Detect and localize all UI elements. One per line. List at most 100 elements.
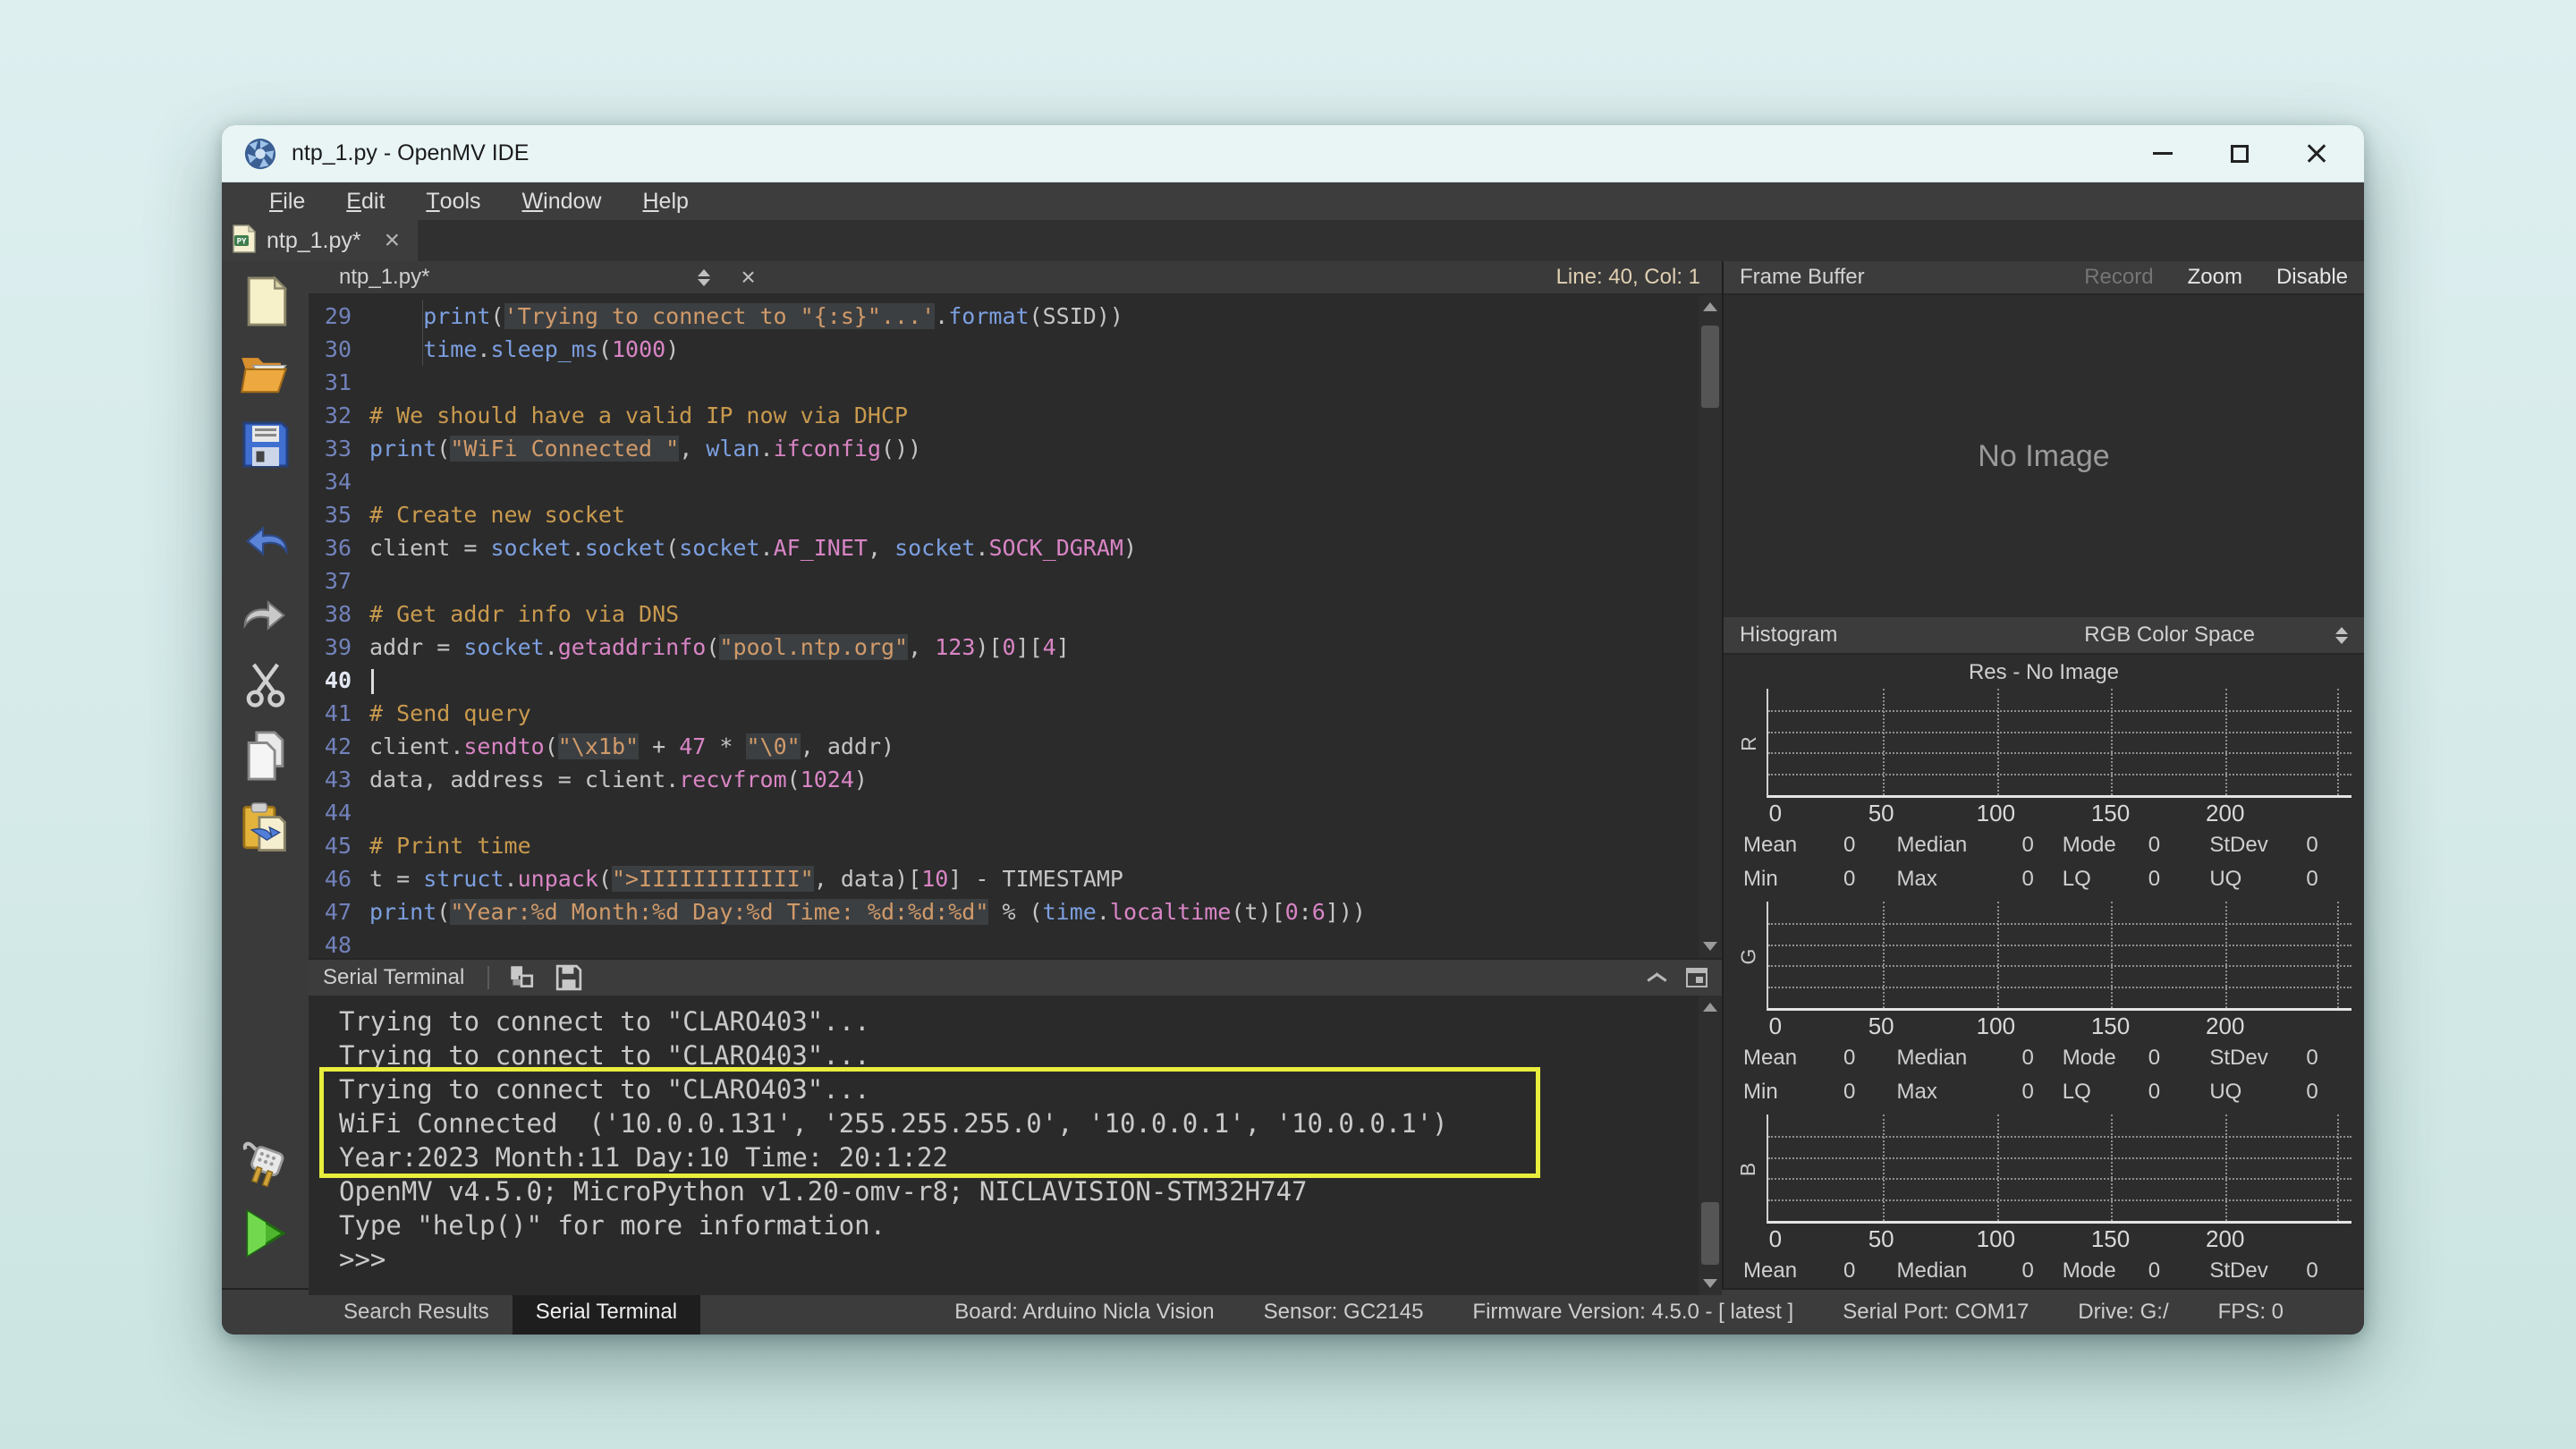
channel-stats: Mean0Median0Mode0StDev0Min0Max0LQ0UQ0 — [1731, 1254, 2357, 1288]
cut-button[interactable] — [236, 657, 295, 716]
titlebar: ntp_1.py - OpenMV IDE — [222, 125, 2364, 182]
disable-button[interactable]: Disable — [2276, 265, 2348, 290]
record-button[interactable]: Record — [2084, 265, 2153, 290]
scrollbar-thumb[interactable] — [1701, 326, 1719, 408]
copy-button[interactable] — [236, 728, 295, 787]
code-token: ] - — [948, 866, 1002, 892]
stat-value: 0 — [2148, 1046, 2160, 1071]
code-line: 32# We should have a valid IP now via DH… — [309, 399, 1722, 432]
minimize-button[interactable] — [2124, 125, 2201, 182]
status-tab-search-results[interactable]: Search Results — [320, 1290, 513, 1335]
code-token: 0 — [1285, 899, 1299, 925]
channel-label: B — [1731, 1114, 1767, 1224]
gridline — [2337, 689, 2339, 795]
detach-terminal-icon[interactable] — [1686, 968, 1707, 987]
code-token: socket — [490, 535, 571, 561]
code-token — [369, 300, 423, 333]
code-line: 38# Get addr info via DNS — [309, 597, 1722, 631]
status-info: Board: Arduino Nicla VisionSensor: GC214… — [954, 1300, 2284, 1325]
code-token: ( — [598, 866, 612, 892]
open-file-icon — [238, 349, 293, 402]
status-tab-serial-terminal[interactable]: Serial Terminal — [513, 1290, 700, 1335]
code-token: recvfrom — [679, 767, 786, 792]
terminal-scrollbar[interactable] — [1699, 996, 1722, 1295]
code-token: ()) — [881, 436, 921, 462]
code-editor[interactable]: 29 print('Trying to connect to "{:s}"...… — [309, 295, 1722, 958]
stat-stdev: StDev0 — [2209, 828, 2357, 862]
paste-button[interactable] — [236, 800, 295, 859]
tick-label: 150 — [2091, 800, 2130, 827]
document-spinner-icon[interactable] — [698, 269, 710, 286]
code-token: )[ — [894, 866, 921, 892]
gridline — [1997, 902, 1999, 1008]
open-file-button[interactable] — [236, 345, 295, 404]
new-file-button[interactable] — [236, 274, 295, 333]
save-file-button[interactable] — [236, 417, 295, 476]
scroll-up-icon[interactable] — [1703, 1003, 1717, 1012]
connect-button[interactable] — [236, 1134, 295, 1193]
scrollbar-thumb[interactable] — [1701, 1202, 1719, 1265]
scroll-down-icon[interactable] — [1703, 1279, 1717, 1288]
code-token: t — [1244, 899, 1258, 925]
menu-window[interactable]: Window — [502, 182, 623, 220]
menu-edit[interactable]: Edit — [326, 182, 405, 220]
stat-min: Min0 — [1743, 1075, 1897, 1109]
serial-terminal[interactable]: Trying to connect to "CLARO403"...Trying… — [309, 996, 1722, 1295]
code-token: . — [477, 336, 490, 362]
scroll-up-icon[interactable] — [1703, 302, 1717, 311]
code-token: client — [369, 535, 450, 561]
menu-accelerator: T — [426, 189, 439, 215]
save-log-icon[interactable] — [555, 964, 582, 991]
gridline — [2225, 1114, 2227, 1221]
close-button[interactable] — [2278, 125, 2355, 182]
line-number: 38 — [309, 597, 355, 631]
code-token: = — [383, 866, 423, 892]
histogram-title: Histogram — [1740, 623, 1837, 648]
stat-value: 0 — [1843, 1080, 1855, 1105]
code-token: socket — [585, 535, 665, 561]
redo-button[interactable] — [236, 585, 295, 644]
menu-file[interactable]: File — [249, 182, 326, 220]
menu-help[interactable]: Help — [622, 182, 708, 220]
code-line: 34 — [309, 465, 1722, 498]
terminal-line: Type "help()" for more information. — [339, 1208, 1722, 1242]
clear-terminal-icon[interactable] — [507, 964, 536, 991]
channel-stats: Mean0Median0Mode0StDev0Min0Max0LQ0UQ0 — [1731, 828, 2357, 896]
new-file-icon — [242, 275, 289, 332]
code-token: 10 — [921, 866, 948, 892]
code-token — [369, 333, 423, 366]
line-number: 30 — [309, 333, 355, 366]
gridline — [1768, 1157, 2351, 1159]
colorspace-spinner-icon[interactable] — [2335, 627, 2348, 644]
stat-mean: Mean0 — [1743, 1254, 1897, 1288]
collapse-terminal-icon[interactable] — [1647, 972, 1666, 983]
zoom-button[interactable]: Zoom — [2188, 265, 2242, 290]
code-token: wlan — [706, 436, 759, 462]
stat-mean: Mean0 — [1743, 828, 1897, 862]
channel-label-text: B — [1737, 1162, 1761, 1175]
gridline — [1768, 1199, 2351, 1201]
gridline — [1768, 923, 2351, 925]
document-selector[interactable]: ntp_1.py* — [339, 265, 429, 290]
code-text: client.sendto("\x1b" + 47 * "\0", addr) — [355, 730, 894, 763]
undo-button[interactable] — [236, 513, 295, 572]
colorspace-select[interactable]: RGB Color Space — [2084, 623, 2255, 648]
code-text — [355, 366, 369, 399]
stat-uq: UQ0 — [2209, 1075, 2357, 1109]
tab-close-icon[interactable]: × — [385, 227, 401, 254]
stat-mode: Mode0 — [2063, 828, 2210, 862]
menu-accelerator: F — [269, 189, 283, 215]
code-text — [355, 796, 369, 829]
code-token: , — [908, 634, 935, 660]
tab-label: ntp_1.py* — [267, 228, 361, 254]
tab-ntp1[interactable]: PY ntp_1.py* × — [222, 220, 418, 261]
comment-token: # We should have a valid IP now via DHCP — [369, 402, 908, 428]
document-close-icon[interactable]: × — [741, 265, 755, 290]
menu-tools[interactable]: Tools — [405, 182, 501, 220]
editor-scrollbar[interactable] — [1699, 295, 1722, 958]
scroll-down-icon[interactable] — [1703, 942, 1717, 951]
paste-icon — [242, 801, 290, 858]
maximize-button[interactable] — [2201, 125, 2278, 182]
start-button[interactable] — [236, 1206, 295, 1265]
code-token: unpack — [518, 866, 598, 892]
